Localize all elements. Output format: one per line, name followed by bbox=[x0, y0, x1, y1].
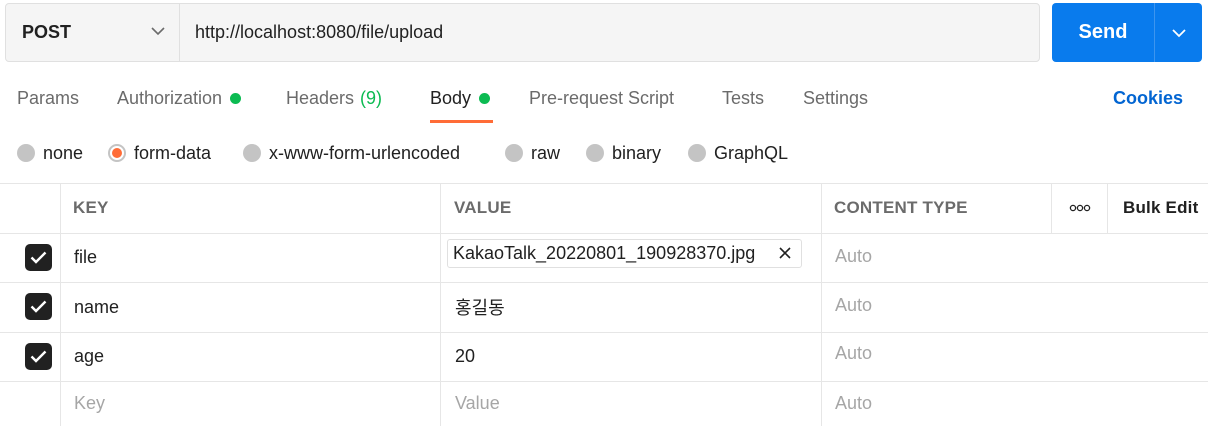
radio-icon bbox=[586, 144, 604, 162]
tab-params[interactable]: Params bbox=[17, 70, 79, 126]
tab-headers[interactable]: Headers (9) bbox=[286, 70, 382, 126]
active-tab-indicator bbox=[430, 120, 493, 123]
table-divider bbox=[0, 282, 1208, 283]
table-divider bbox=[60, 183, 61, 426]
body-type-binary[interactable]: binary bbox=[586, 131, 661, 175]
radio-label: binary bbox=[612, 142, 662, 163]
cookies-link[interactable]: Cookies bbox=[1113, 70, 1183, 126]
column-header-key: KEY bbox=[73, 198, 109, 217]
radio-label: x-www-form-urlencoded bbox=[269, 142, 461, 163]
radio-icon bbox=[505, 144, 523, 162]
content-type-cell[interactable]: Auto bbox=[835, 233, 872, 280]
content-type-cell[interactable]: Auto bbox=[835, 282, 872, 328]
body-type-graphql[interactable]: GraphQL bbox=[688, 131, 788, 175]
checkbox-checked-icon bbox=[30, 300, 47, 313]
tab-label: Authorization bbox=[117, 87, 223, 108]
radio-selected-icon bbox=[108, 144, 126, 162]
tab-label: Body bbox=[430, 87, 472, 108]
radio-icon bbox=[17, 144, 35, 162]
new-key-input[interactable]: Key bbox=[74, 381, 105, 426]
status-dot bbox=[479, 92, 491, 104]
key-cell[interactable]: name bbox=[74, 282, 119, 332]
send-button-label: Send bbox=[1078, 21, 1128, 43]
key-cell[interactable]: age bbox=[74, 332, 104, 381]
tab-settings[interactable]: Settings bbox=[803, 70, 868, 126]
tab-label: Pre-request Script bbox=[529, 87, 675, 108]
table-divider bbox=[0, 183, 1208, 184]
new-value-input[interactable]: Value bbox=[455, 381, 500, 426]
tab-label: Settings bbox=[803, 87, 869, 108]
tab-pre-request-script[interactable]: Pre-request Script bbox=[529, 70, 674, 126]
tab-tests[interactable]: Tests bbox=[722, 70, 764, 126]
value-cell[interactable]: 홍길동 bbox=[455, 282, 505, 332]
radio-label: form-data bbox=[134, 142, 212, 163]
radio-icon bbox=[243, 144, 261, 162]
file-chip: KakaoTalk_20220801_190928370.jpg bbox=[447, 239, 802, 268]
radio-icon bbox=[688, 144, 706, 162]
more-horizontal-icon bbox=[1069, 204, 1090, 212]
body-type-selector: none form-data x-www-form-urlencoded raw… bbox=[0, 131, 1208, 175]
chevron-down-icon bbox=[151, 27, 165, 36]
body-type-form-data[interactable]: form-data bbox=[108, 131, 211, 175]
url-input[interactable]: http://localhost:8080/file/upload bbox=[195, 4, 443, 61]
table-divider bbox=[821, 183, 822, 426]
more-options-button[interactable] bbox=[1052, 183, 1107, 233]
content-type-cell[interactable]: Auto bbox=[835, 332, 872, 375]
tab-label: Headers bbox=[286, 87, 355, 108]
bulk-edit-button[interactable]: Bulk Edit bbox=[1123, 183, 1198, 233]
form-data-table: KEY VALUE CONTENT TYPE Bulk Edit file Ka… bbox=[0, 183, 1208, 426]
checkbox-checked-icon bbox=[30, 350, 47, 363]
body-type-urlencoded[interactable]: x-www-form-urlencoded bbox=[243, 131, 460, 175]
send-button[interactable]: Send bbox=[1052, 3, 1202, 62]
close-icon[interactable] bbox=[777, 245, 793, 261]
file-name: KakaoTalk_20220801_190928370.jpg bbox=[453, 243, 756, 263]
row-checkbox[interactable] bbox=[25, 293, 52, 320]
radio-label: raw bbox=[531, 142, 561, 163]
column-header-content-type: CONTENT TYPE bbox=[834, 198, 968, 217]
request-tabs: Params Authorization Headers (9) Body Pr… bbox=[0, 70, 1208, 126]
tab-label: Tests bbox=[722, 87, 765, 108]
radio-label: none bbox=[43, 142, 84, 163]
radio-label: GraphQL bbox=[714, 142, 789, 163]
table-divider bbox=[0, 233, 1208, 234]
tab-label: Params bbox=[17, 87, 80, 108]
tab-authorization[interactable]: Authorization bbox=[117, 70, 242, 126]
body-type-none[interactable]: none bbox=[17, 131, 83, 175]
key-cell[interactable]: file bbox=[74, 233, 97, 282]
status-dot bbox=[230, 92, 242, 104]
chevron-down-icon bbox=[1171, 28, 1186, 37]
row-checkbox[interactable] bbox=[25, 244, 52, 271]
column-header-value: VALUE bbox=[454, 198, 512, 217]
headers-count: (9) bbox=[360, 87, 383, 108]
value-cell[interactable]: 20 bbox=[455, 332, 475, 381]
request-bar: POST http://localhost:8080/file/upload bbox=[5, 3, 1040, 62]
table-divider bbox=[440, 183, 441, 426]
checkbox-checked-icon bbox=[30, 251, 47, 264]
table-divider bbox=[0, 381, 1208, 382]
new-content-type-input[interactable]: Auto bbox=[835, 381, 872, 426]
tab-body[interactable]: Body bbox=[430, 70, 491, 126]
method-select[interactable]: POST bbox=[6, 4, 180, 61]
method-label: POST bbox=[22, 22, 72, 42]
table-divider bbox=[1107, 183, 1108, 233]
row-checkbox[interactable] bbox=[25, 343, 52, 370]
send-options-button[interactable] bbox=[1155, 3, 1202, 62]
table-divider bbox=[0, 332, 1208, 333]
body-type-raw[interactable]: raw bbox=[505, 131, 560, 175]
